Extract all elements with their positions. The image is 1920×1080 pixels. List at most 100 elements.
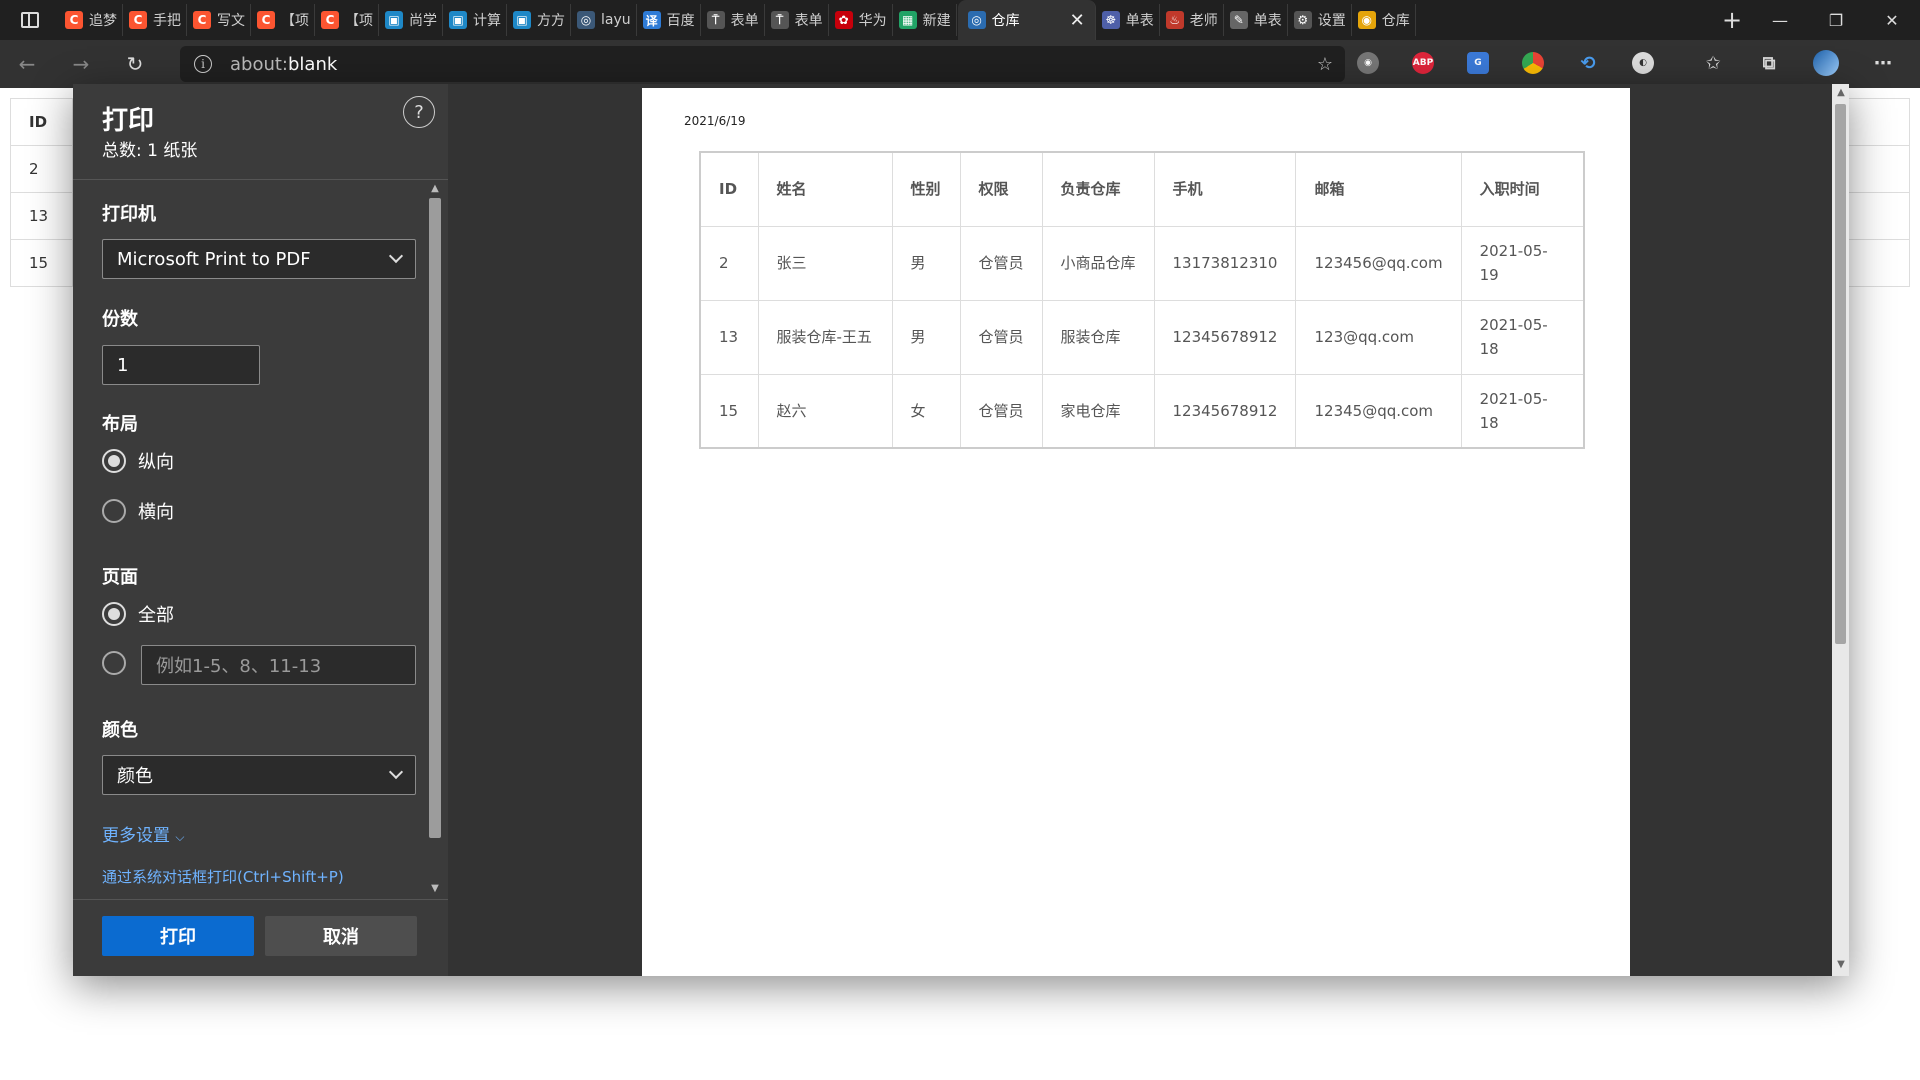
sheet-count: 总数: 1 纸张 [102, 141, 198, 161]
scrollbar-thumb[interactable] [1835, 104, 1846, 644]
forward-button[interactable]: → [54, 40, 108, 88]
pages-all-option[interactable]: 全部 [102, 601, 174, 627]
new-tab-button[interactable]: + [1712, 6, 1752, 34]
tab[interactable]: ✎ 单表 [1225, 4, 1288, 36]
color-select[interactable]: 颜色 [102, 755, 416, 795]
cancel-button[interactable]: 取消 [265, 916, 417, 956]
tab-active[interactable]: ◎ 仓库 ✕ [957, 0, 1096, 40]
tab[interactable]: C 追梦 [60, 4, 123, 36]
url-text[interactable]: about:blank [230, 54, 337, 75]
column-header: 邮箱 [1295, 151, 1462, 227]
preview-scrollbar[interactable]: ▲ ▼ [1832, 84, 1849, 976]
address-bar[interactable]: i about:blank ☆ [180, 46, 1345, 82]
table-cell: 张三 [757, 225, 893, 301]
tab[interactable]: ▦ 新建 [894, 4, 957, 36]
collections-icon[interactable]: ⧉ [1758, 52, 1780, 74]
tab[interactable]: ⚙ 设置 [1289, 4, 1352, 36]
column-header: 权限 [959, 151, 1043, 227]
tab[interactable]: ▣ 方方 [508, 4, 571, 36]
color-label: 颜色 [102, 720, 138, 741]
tab[interactable]: ✿ 华为 [830, 4, 893, 36]
tab[interactable]: ◎ layu [572, 4, 637, 36]
pages-custom-option[interactable] [102, 651, 138, 675]
table-cell: ID [10, 98, 73, 146]
tab-label: 表单 [794, 13, 823, 29]
extension-icon[interactable]: ◉ [1357, 52, 1379, 74]
minimize-button[interactable]: — [1752, 0, 1808, 40]
scrollbar-thumb[interactable] [429, 198, 441, 838]
table-row: 2 张三 男 仓管员 小商品仓库 13173812310 123456@qq.c… [699, 225, 1585, 301]
help-icon[interactable]: ? [403, 96, 435, 128]
pages-range-input[interactable]: 例如1-5、8、11-13 [141, 645, 416, 685]
tab-label: 单表 [1253, 13, 1282, 29]
table-cell: 15 [10, 239, 73, 287]
tab[interactable]: C 手把 [124, 4, 187, 36]
tab-actions-icon [21, 12, 39, 28]
table-cell: 13173812310 [1153, 225, 1297, 301]
table-cell: 服装仓库 [1041, 299, 1155, 375]
layout-portrait-option[interactable]: 纵向 [102, 448, 174, 474]
radio-selected[interactable] [102, 602, 126, 626]
table-cell: 家电仓库 [1041, 373, 1155, 449]
tab[interactable]: ♨ 老师 [1161, 4, 1224, 36]
table-cell: 12345678912 [1153, 373, 1297, 449]
tab[interactable]: ⍑ 表单 [702, 4, 765, 36]
tab[interactable]: C 写文 [188, 4, 251, 36]
tab-label: 方方 [537, 13, 565, 29]
system-dialog-link[interactable]: 通过系统对话框打印(Ctrl+Shift+P) [102, 866, 344, 887]
scroll-up-icon[interactable]: ▲ [429, 182, 441, 196]
refresh-button[interactable]: ↻ [108, 40, 162, 88]
radio-selected[interactable] [102, 449, 126, 473]
back-button[interactable]: ← [0, 40, 54, 88]
table-cell: 2021-05-18 [1460, 299, 1585, 375]
copies-value: 1 [117, 354, 129, 376]
close-tab-icon[interactable]: ✕ [1070, 10, 1085, 31]
add-favorite-icon[interactable]: ☆ [1317, 54, 1333, 75]
table-cell: 12345678912 [1153, 299, 1297, 375]
tab[interactable]: ☸ 单表 [1097, 4, 1160, 36]
table-cell: 13 [10, 192, 73, 240]
close-window-button[interactable]: ✕ [1864, 0, 1920, 40]
tab[interactable]: ◉ 仓库 [1353, 4, 1416, 36]
print-button[interactable]: 打印 [102, 916, 254, 956]
tab-actions-menu[interactable] [0, 0, 60, 40]
scroll-down-icon[interactable]: ▼ [429, 882, 441, 896]
tab-label: layu [601, 12, 631, 28]
restore-button[interactable]: ❐ [1808, 0, 1864, 40]
profile-avatar[interactable] [1813, 50, 1839, 76]
tab[interactable]: 译百度 [638, 4, 701, 36]
print-preview-page: 2021/6/19 ID 姓名 性别 权限 负责仓库 手机 邮箱 入职时间 2 … [642, 88, 1630, 976]
more-settings-link[interactable]: 更多设置 ⌵ [102, 821, 185, 846]
scroll-up-icon[interactable]: ▲ [1835, 86, 1847, 100]
translate-icon[interactable]: G [1467, 52, 1489, 74]
sync-icon[interactable]: ⟲ [1577, 52, 1599, 74]
printer-select[interactable]: Microsoft Print to PDF [102, 239, 416, 279]
info-icon[interactable]: i [194, 55, 212, 73]
radio-unselected[interactable] [102, 499, 126, 523]
column-header: 姓名 [757, 151, 893, 227]
more-menu-icon[interactable]: ⋯ [1872, 52, 1894, 74]
tab-favicon-icon: C [257, 11, 275, 29]
tab-label: 写文 [217, 13, 245, 29]
table-cell: 男 [891, 299, 961, 375]
adblock-plus-icon[interactable]: ABP [1412, 52, 1434, 74]
settings-scrollbar[interactable]: ▲ ▼ [426, 180, 444, 898]
tab[interactable]: ⍑ 表单 [766, 4, 829, 36]
tab[interactable]: C 【项 [252, 4, 315, 36]
tab[interactable]: ▣ 尚学 [380, 4, 443, 36]
table-cell: 123456@qq.com [1295, 225, 1462, 301]
tab[interactable]: C 【项 [316, 4, 379, 36]
radio-unselected[interactable] [102, 651, 126, 675]
scroll-down-icon[interactable]: ▼ [1835, 958, 1847, 972]
chrome-extension-icon[interactable] [1522, 52, 1544, 74]
column-header: 负责仓库 [1041, 151, 1155, 227]
layout-landscape-option[interactable]: 横向 [102, 498, 174, 524]
tab[interactable]: ▣ 计算 [444, 4, 507, 36]
table-cell: 赵六 [757, 373, 893, 449]
copies-input[interactable]: 1 [102, 345, 260, 385]
extension-circle-icon[interactable]: ◐ [1632, 52, 1654, 74]
column-header: 入职时间 [1460, 151, 1585, 227]
tab-favicon-icon: ⍑ [706, 11, 725, 29]
tab-label: 手把 [153, 13, 181, 29]
favorites-icon[interactable]: ✩ [1702, 52, 1724, 74]
